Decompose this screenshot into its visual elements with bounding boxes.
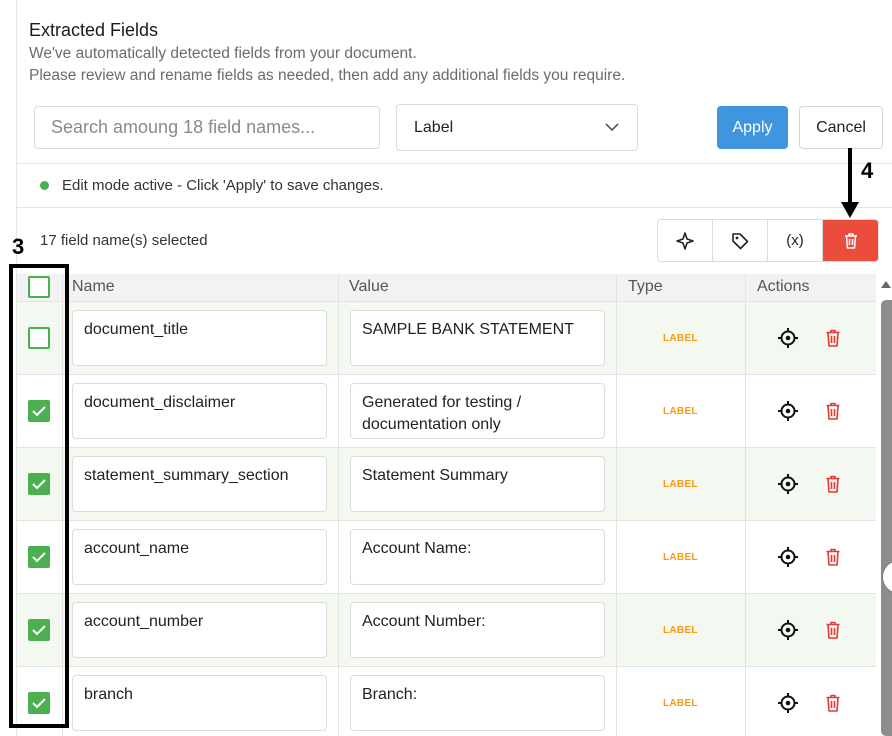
column-header-value: Value	[349, 278, 389, 295]
delete-row-icon[interactable]	[822, 619, 844, 641]
field-name-input[interactable]: document_title	[72, 310, 327, 366]
trash-icon	[844, 232, 857, 249]
field-value-text: Statement Summary	[362, 467, 508, 484]
type-badge: LABEL	[663, 625, 698, 636]
column-header-type: Type	[628, 278, 663, 295]
chevron-down-icon	[605, 123, 619, 132]
field-name-text: account_number	[84, 613, 204, 630]
field-value-text: Account Number:	[362, 613, 486, 630]
table-row: branch Branch: LABEL	[17, 667, 876, 736]
column-header-actions: Actions	[757, 278, 810, 295]
field-name-text: document_disclaimer	[84, 394, 236, 411]
field-value-text: Account Name:	[362, 540, 472, 557]
locate-icon[interactable]	[777, 546, 799, 568]
delete-row-icon[interactable]	[822, 327, 844, 349]
locate-icon[interactable]	[777, 327, 799, 349]
locate-icon[interactable]	[777, 619, 799, 641]
field-name-text: statement_summary_section	[84, 467, 289, 484]
column-divider	[745, 274, 746, 736]
field-name-text: branch	[84, 686, 133, 703]
apply-button[interactable]: Apply	[717, 106, 788, 149]
annotation-arrow-icon	[841, 148, 859, 218]
field-value-text: SAMPLE BANK STATEMENT	[362, 321, 574, 338]
table-row: statement_summary_section Statement Summa…	[17, 448, 876, 521]
field-name-text: account_name	[84, 540, 189, 557]
table-row: document_title SAMPLE BANK STATEMENT LABEL	[17, 302, 876, 375]
bulk-actions-toolbar: (x)	[657, 219, 879, 262]
table-row: account_name Account Name: LABEL	[17, 521, 876, 594]
field-value-input[interactable]: Generated for testing / documentation on…	[350, 383, 605, 439]
field-name-input[interactable]: statement_summary_section	[72, 456, 327, 512]
column-divider	[338, 274, 339, 736]
field-value-input[interactable]: SAMPLE BANK STATEMENT	[350, 310, 605, 366]
field-value-input[interactable]: Statement Summary	[350, 456, 605, 512]
delete-row-icon[interactable]	[822, 692, 844, 714]
variable-icon: (x)	[786, 232, 804, 249]
type-badge: LABEL	[663, 406, 698, 417]
field-value-input[interactable]: Account Name:	[350, 529, 605, 585]
field-value-text: Generated for testing / documentation on…	[362, 394, 522, 433]
column-divider	[616, 274, 617, 736]
sparkle-icon	[676, 231, 694, 250]
type-badge: LABEL	[663, 698, 698, 709]
table-header: Name Value Type Actions	[17, 274, 876, 302]
column-header-name: Name	[72, 278, 115, 295]
status-indicator-dot	[40, 181, 49, 190]
locate-icon[interactable]	[777, 400, 799, 422]
delete-row-icon[interactable]	[822, 546, 844, 568]
divider	[17, 163, 892, 164]
annotation-highlight-box	[9, 264, 69, 728]
field-name-input[interactable]: account_name	[72, 529, 327, 585]
tag-icon	[732, 232, 749, 249]
cancel-button[interactable]: Cancel	[799, 106, 883, 149]
set-label-button[interactable]	[713, 220, 768, 261]
field-name-input[interactable]: document_disclaimer	[72, 383, 327, 439]
page-description-line1: We've automatically detected fields from…	[29, 45, 417, 62]
field-name-text: document_title	[84, 321, 189, 338]
delete-selected-button[interactable]	[823, 220, 878, 261]
delete-row-icon[interactable]	[822, 400, 844, 422]
divider	[17, 207, 892, 208]
page-title: Extracted Fields	[29, 20, 159, 40]
table-row: document_disclaimer Generated for testing…	[17, 375, 876, 448]
auto-detect-button[interactable]	[658, 220, 713, 261]
table-row: account_number Account Number: LABEL	[17, 594, 876, 667]
delete-row-icon[interactable]	[822, 473, 844, 495]
field-value-input[interactable]: Branch:	[350, 675, 605, 731]
type-badge: LABEL	[663, 479, 698, 490]
edit-mode-status: Edit mode active - Click 'Apply' to save…	[62, 177, 384, 194]
field-name-input[interactable]: branch	[72, 675, 327, 731]
search-input[interactable]	[34, 106, 380, 149]
page-description-line2: Please review and rename fields as neede…	[29, 67, 626, 84]
locate-icon[interactable]	[777, 692, 799, 714]
type-filter-select[interactable]: Label	[396, 104, 638, 151]
annotation-number-3: 3	[12, 234, 25, 259]
type-badge: LABEL	[663, 333, 698, 344]
type-filter-value: Label	[414, 118, 454, 136]
scroll-up-arrow-icon[interactable]	[881, 281, 891, 288]
field-name-input[interactable]: account_number	[72, 602, 327, 658]
annotation-number-4: 4	[861, 158, 874, 183]
field-value-input[interactable]: Account Number:	[350, 602, 605, 658]
locate-icon[interactable]	[777, 473, 799, 495]
selection-count: 17 field name(s) selected	[40, 232, 208, 249]
field-value-text: Branch:	[362, 686, 418, 703]
set-variable-button[interactable]: (x)	[768, 220, 823, 261]
type-badge: LABEL	[663, 552, 698, 563]
scrollbar-thumb[interactable]	[881, 300, 892, 736]
